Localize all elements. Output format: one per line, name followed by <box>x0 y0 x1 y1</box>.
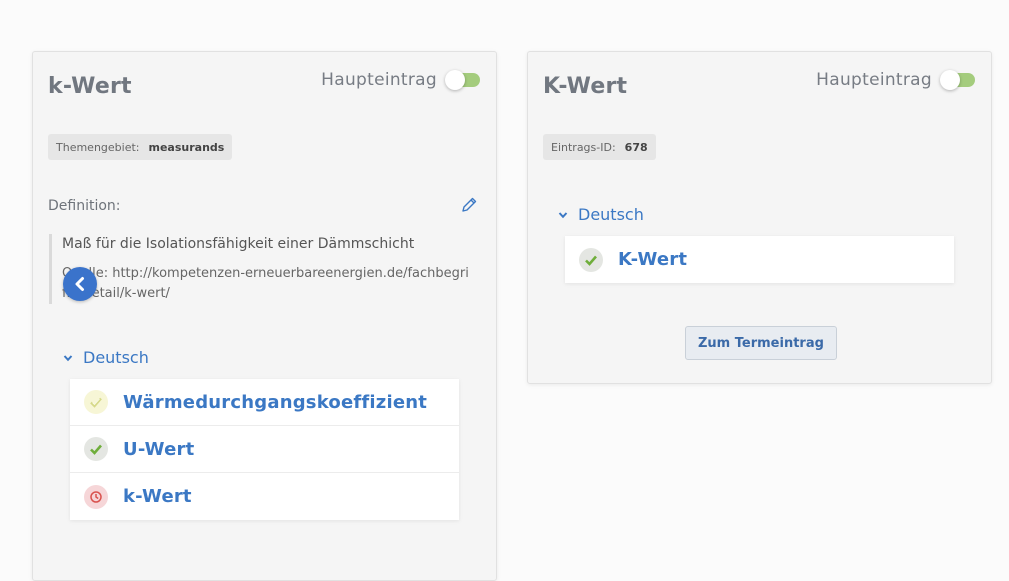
card-title: K-Wert <box>543 74 628 99</box>
chevron-down-icon <box>63 354 73 361</box>
tag-value: 678 <box>624 140 648 154</box>
tag-label: Themengebiet: <box>56 140 140 154</box>
term-item: K-Wert <box>565 236 954 283</box>
chevron-left-icon <box>75 277 84 291</box>
tag-value: measurands <box>148 140 225 154</box>
term-item: U-Wert <box>70 426 459 473</box>
definition-source: Quelle: http://kompetenzen-erneuerbareen… <box>62 266 469 301</box>
subject-area-tag: Themengebiet: measurands <box>48 134 233 160</box>
toggle-switch[interactable] <box>940 70 975 90</box>
pencil-icon[interactable] <box>460 196 478 214</box>
check-icon <box>579 247 603 272</box>
back-button[interactable] <box>63 267 97 301</box>
term-list: Wärmedurchgangskoeffizient U-Wert k-Wert <box>70 379 459 520</box>
entry-id-tag: Eintrags-ID: 678 <box>543 134 656 160</box>
chevron-down-icon <box>558 211 568 218</box>
main-entry-toggle[interactable]: Haupteintrag <box>321 70 480 90</box>
term-link[interactable]: U-Wert <box>123 439 194 460</box>
term-item: Wärmedurchgangskoeffizient <box>70 379 459 426</box>
check-outline-icon <box>84 390 108 414</box>
language-section-toggle[interactable]: Deutsch <box>63 348 149 367</box>
toggle-knob <box>940 70 960 90</box>
term-link[interactable]: k-Wert <box>123 486 192 507</box>
language-section-toggle[interactable]: Deutsch <box>558 205 644 224</box>
main-entry-label: Haupteintrag <box>816 70 932 90</box>
toggle-knob <box>445 70 465 90</box>
main-entry-toggle[interactable]: Haupteintrag <box>816 70 975 90</box>
toggle-switch[interactable] <box>445 70 480 90</box>
term-link[interactable]: Wärmedurchgangskoeffizient <box>123 392 427 413</box>
definition-text: Maß für die Isolationsfähigkeit einer Dä… <box>62 236 415 252</box>
concept-card-left: k-Wert Haupteintrag Themengebiet: measur… <box>32 51 497 581</box>
definition-block: Maß für die Isolationsfähigkeit einer Dä… <box>49 234 469 304</box>
term-link[interactable]: K-Wert <box>618 249 687 270</box>
clock-icon <box>84 484 108 509</box>
check-icon <box>84 437 108 461</box>
definition-label: Definition: <box>48 198 121 214</box>
term-list: K-Wert <box>565 236 954 283</box>
language-label: Deutsch <box>578 205 644 224</box>
term-item: k-Wert <box>70 473 459 520</box>
language-label: Deutsch <box>83 348 149 367</box>
main-entry-label: Haupteintrag <box>321 70 437 90</box>
card-title: k-Wert <box>48 74 132 99</box>
tag-label: Eintrags-ID: <box>551 140 616 154</box>
concept-card-right: K-Wert Haupteintrag Eintrags-ID: 678 Deu… <box>527 51 992 384</box>
go-to-term-entry-button[interactable]: Zum Termeintrag <box>685 326 837 360</box>
